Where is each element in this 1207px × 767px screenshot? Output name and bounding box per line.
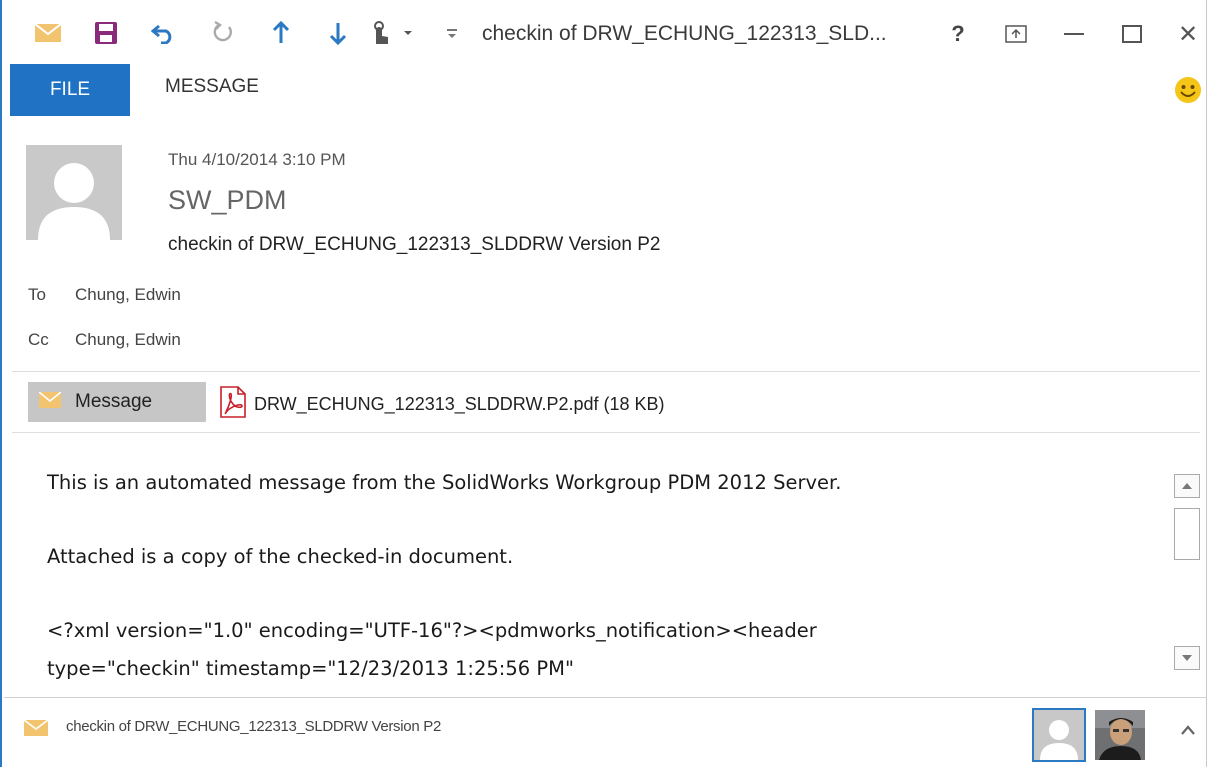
tab-file[interactable]: FILE	[10, 64, 130, 116]
redo-icon[interactable]	[207, 18, 239, 48]
people-pane-avatar-sender[interactable]	[1032, 708, 1086, 762]
chevron-up-icon[interactable]	[1178, 722, 1198, 738]
scroll-down-button[interactable]	[1174, 646, 1200, 670]
maximize-icon[interactable]	[1114, 18, 1150, 50]
to-recipient[interactable]: Chung, Edwin	[75, 285, 181, 305]
down-arrow-icon[interactable]	[322, 18, 354, 48]
message-body-tab[interactable]: Message	[28, 382, 206, 422]
divider	[12, 432, 1200, 433]
envelope-icon	[38, 390, 62, 413]
tab-message[interactable]: MESSAGE	[165, 76, 259, 98]
scroll-up-button[interactable]	[1174, 474, 1200, 498]
title-bar: checkin of DRW_ECHUNG_122313_SLD... ? ✕	[2, 0, 1206, 62]
message-tab-label: Message	[75, 391, 153, 412]
attachment-label: DRW_ECHUNG_122313_SLDDRW.P2.pdf (18 KB)	[254, 394, 665, 414]
cc-recipient[interactable]: Chung, Edwin	[75, 330, 181, 350]
people-pane-avatar-recipient[interactable]	[1095, 710, 1145, 760]
ribbon-display-icon[interactable]	[998, 18, 1034, 50]
footer-subject: checkin of DRW_ECHUNG_122313_SLDDRW Vers…	[66, 718, 441, 735]
message-body: This is an automated message from the So…	[47, 464, 1157, 688]
body-line: This is an automated message from the So…	[47, 471, 842, 494]
pdf-attachment[interactable]: DRW_ECHUNG_122313_SLDDRW.P2.pdf (18 KB)	[218, 386, 665, 423]
scroll-thumb[interactable]	[1174, 508, 1200, 560]
body-line: type="checkin" timestamp="12/23/2013 1:2…	[47, 657, 574, 680]
window-title: checkin of DRW_ECHUNG_122313_SLD...	[482, 22, 887, 45]
divider	[12, 371, 1200, 372]
minimize-icon[interactable]	[1056, 18, 1092, 50]
save-icon[interactable]	[90, 18, 122, 48]
footer-divider	[4, 697, 1206, 698]
help-button[interactable]: ?	[940, 18, 976, 50]
up-arrow-icon[interactable]	[265, 18, 297, 48]
close-button[interactable]: ✕	[1170, 18, 1206, 50]
body-line: Attached is a copy of the checked-in doc…	[47, 545, 514, 568]
message-subject: checkin of DRW_ECHUNG_122313_SLDDRW Vers…	[168, 234, 661, 255]
pdf-icon	[218, 386, 248, 423]
outlook-message-window: checkin of DRW_ECHUNG_122313_SLD... ? ✕ …	[0, 0, 1207, 767]
undo-icon[interactable]	[148, 18, 180, 48]
body-line: <?xml version="1.0" encoding="UTF-16"?><…	[47, 619, 817, 642]
smiley-icon[interactable]	[1174, 76, 1202, 104]
vertical-scrollbar[interactable]	[1172, 470, 1202, 676]
sender-avatar	[26, 145, 122, 240]
customize-icon[interactable]	[440, 18, 464, 48]
envelope-icon	[32, 18, 64, 48]
message-date: Thu 4/10/2014 3:10 PM	[168, 150, 346, 169]
touch-mode-icon[interactable]	[364, 18, 418, 48]
to-label: To	[28, 285, 46, 304]
sender-name[interactable]: SW_PDM	[168, 185, 287, 216]
envelope-icon	[23, 719, 49, 741]
cc-label: Cc	[28, 330, 49, 349]
